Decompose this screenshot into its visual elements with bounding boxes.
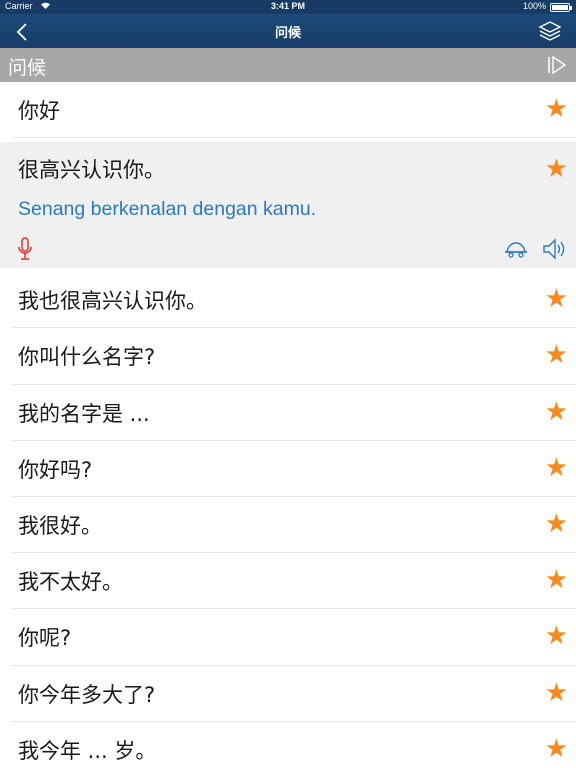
slow-playback-turtle-icon[interactable] — [504, 240, 528, 258]
phrase-row[interactable]: 你叫什么名字? ★ — [12, 328, 576, 385]
phrase-text: 我的名字是 ... — [18, 401, 150, 426]
favorite-star-icon[interactable]: ★ — [545, 284, 568, 314]
favorite-star-icon[interactable]: ★ — [545, 94, 568, 124]
status-bar: Carrier 3:41 PM 100% — [0, 0, 576, 14]
phrase-text: 我也很高兴认识你。 — [18, 289, 207, 314]
favorite-star-icon[interactable]: ★ — [545, 565, 568, 595]
phrase-text: 你今年多大了? — [18, 682, 156, 707]
section-title: 问候 — [8, 57, 47, 79]
phrase-row[interactable]: 你好吗? ★ — [12, 441, 576, 497]
favorite-star-icon[interactable]: ★ — [545, 340, 568, 370]
section-header: 问候 — [0, 48, 576, 82]
phrase-row[interactable]: 我不太好。 ★ — [12, 553, 576, 610]
battery-percent: 100% — [522, 1, 546, 11]
phrase-row[interactable]: 我很好。 ★ — [12, 497, 576, 554]
phrase-text: 你好吗? — [18, 457, 93, 482]
favorite-star-icon[interactable]: ★ — [545, 734, 568, 764]
phrase-list: 你好 ★ 很高兴认识你。 ★ Senang berkenalan dengan kamu… — [0, 82, 576, 768]
phrase-text: 很高兴认识你。 — [18, 158, 165, 183]
phrase-row[interactable]: 你呢? ★ — [12, 609, 576, 666]
page-title: 问候 — [274, 26, 301, 41]
phrase-text: 你好 — [18, 99, 60, 123]
phrase-text: 我很好。 — [18, 513, 102, 538]
play-all-icon[interactable] — [546, 55, 568, 75]
favorite-star-icon[interactable]: ★ — [545, 154, 568, 184]
favorite-star-icon[interactable]: ★ — [545, 621, 568, 651]
speaker-icon[interactable] — [542, 237, 568, 261]
phrase-row[interactable]: 我也很高兴认识你。 ★ — [12, 272, 576, 329]
status-time: 3:41 PM — [270, 1, 305, 11]
favorite-star-icon[interactable]: ★ — [545, 678, 568, 708]
favorite-star-icon[interactable]: ★ — [545, 509, 568, 539]
phrase-text: 我今年 ... 岁。 — [18, 738, 157, 763]
phrase-text: 你叫什么名字? — [18, 345, 156, 370]
phrase-row[interactable]: 你好 ★ — [12, 82, 576, 139]
phrase-text: 你呢? — [18, 626, 72, 651]
phrase-row-expanded[interactable]: 很高兴认识你。 ★ Senang berkenalan dengan kamu. — [0, 142, 576, 269]
favorite-star-icon[interactable]: ★ — [545, 453, 568, 483]
phrase-row[interactable]: 我的名字是 ... ★ — [12, 385, 576, 441]
translation-text: Senang berkenalan dengan kamu. — [18, 198, 317, 221]
phrase-text: 我不太好。 — [18, 570, 123, 595]
battery-icon — [550, 3, 572, 12]
microphone-icon[interactable] — [16, 236, 34, 262]
navigation-bar: 问候 — [0, 14, 576, 48]
phrase-row[interactable]: 我今年 ... 岁。 ★ — [12, 722, 576, 768]
phrase-row[interactable]: 你今年多大了? ★ — [12, 666, 576, 722]
layers-icon[interactable] — [538, 20, 562, 42]
favorite-star-icon[interactable]: ★ — [545, 397, 568, 427]
